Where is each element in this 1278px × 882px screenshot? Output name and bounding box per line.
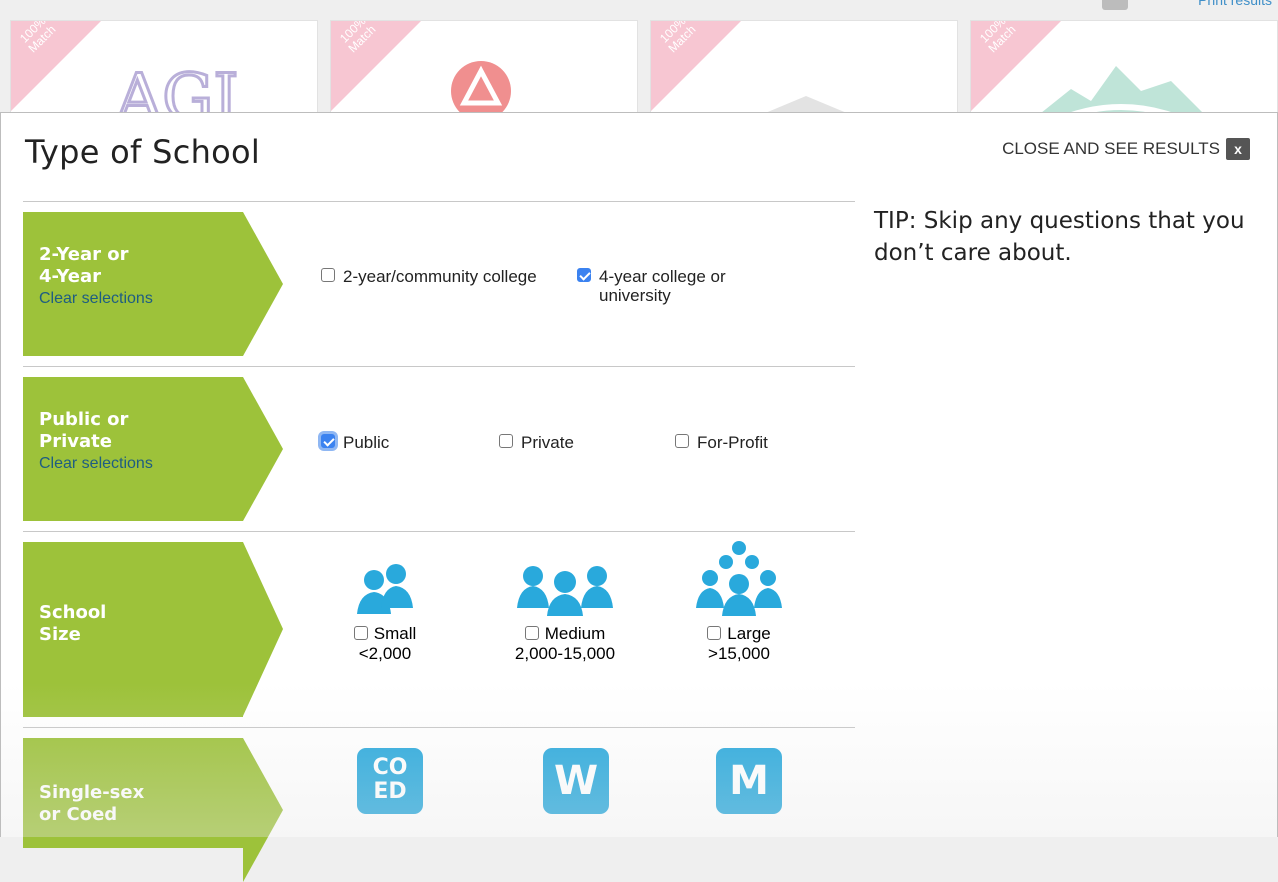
option-small[interactable]: Small <2,000 <box>305 556 465 663</box>
label-arrow <box>243 212 283 356</box>
men-only-icon[interactable]: M <box>716 748 782 814</box>
crowd-icon <box>696 541 782 616</box>
print-results-link[interactable]: Print results <box>1198 0 1272 8</box>
type-of-school-modal: Type of School CLOSE AND SEE RESULTS x T… <box>0 112 1278 882</box>
badge-text: M <box>729 758 769 804</box>
question-label: Single-sex or Coed <box>23 738 243 848</box>
question-title-line1: School <box>39 602 107 623</box>
question-row-2-or-4-year: 2-Year or 4-Year Clear selections 2-year… <box>23 201 855 366</box>
question-label: Public or Private Clear selections <box>23 377 243 521</box>
option-private[interactable]: Private <box>499 433 574 452</box>
label-arrow <box>243 542 283 716</box>
option-label: Large <box>727 624 771 643</box>
option-label: Small <box>373 624 417 643</box>
clear-selections-link[interactable]: Clear selections <box>39 289 239 309</box>
checkbox-public[interactable] <box>321 434 335 448</box>
checkbox-private[interactable] <box>499 434 513 448</box>
checkbox-medium[interactable] <box>524 626 539 640</box>
label-arrow <box>243 377 283 521</box>
result-card[interactable]: 100% Match <box>650 20 958 122</box>
two-people-icon <box>357 564 413 614</box>
option-for-profit[interactable]: For-Profit <box>675 433 768 452</box>
question-title-line2: or Coed <box>39 804 118 825</box>
option-label: Medium <box>544 624 606 643</box>
badge-text: W <box>553 758 599 804</box>
label-arrow <box>243 738 283 882</box>
size-checkbox-label[interactable]: Small <box>353 624 417 643</box>
option-4-year-college[interactable]: 4-year college or university <box>577 267 797 305</box>
result-card[interactable]: 100% Match <box>970 20 1278 122</box>
question-row-public-or-private: Public or Private Clear selections Publi… <box>23 366 855 531</box>
size-checkbox-label[interactable]: Medium <box>524 624 606 643</box>
clear-selections-link[interactable]: Clear selections <box>39 454 239 474</box>
checkbox-2-year[interactable] <box>321 268 335 282</box>
printer-icon[interactable] <box>1102 0 1128 10</box>
result-card[interactable]: 100% Match <box>330 20 638 122</box>
question-label: 2-Year or 4-Year Clear selections <box>23 212 243 356</box>
option-2-year-community-college[interactable]: 2-year/community college <box>321 267 541 286</box>
question-row-school-size: School Size Small <2,000 Medium 2,000-15… <box>23 531 855 727</box>
size-range: 2,000-15,000 <box>514 644 616 663</box>
question-title-line2: Private <box>39 431 112 452</box>
close-button-label: CLOSE AND SEE RESULTS <box>1002 139 1220 158</box>
question-title-line1: Single-sex <box>39 782 145 803</box>
option-large[interactable]: Large >15,000 <box>659 540 819 663</box>
checkbox-small[interactable] <box>353 626 368 640</box>
women-only-icon[interactable]: W <box>543 748 609 814</box>
checkbox-4-year[interactable] <box>577 268 591 282</box>
option-public[interactable]: Public <box>321 433 389 452</box>
size-range: >15,000 <box>708 644 770 663</box>
size-range: <2,000 <box>358 644 412 663</box>
badge-text-line2: ED <box>373 779 407 804</box>
question-title-line2: Size <box>39 624 81 645</box>
checkbox-for-profit[interactable] <box>675 434 689 448</box>
coed-icon[interactable]: CO ED <box>357 748 423 814</box>
result-card[interactable]: 100% Match AGI <box>10 20 318 122</box>
tip-text: TIP: Skip any questions that you don’t c… <box>874 208 1245 266</box>
checkbox-large[interactable] <box>707 626 722 640</box>
question-list: 2-Year or 4-Year Clear selections 2-year… <box>23 201 855 882</box>
question-label: School Size <box>23 542 243 717</box>
option-medium[interactable]: Medium 2,000-15,000 <box>485 556 645 663</box>
close-and-see-results-button[interactable]: CLOSE AND SEE RESULTS x <box>1002 138 1250 160</box>
modal-title: Type of School <box>25 133 261 171</box>
option-label: 4-year college or university <box>599 267 726 305</box>
size-checkbox-label[interactable]: Large <box>707 624 771 643</box>
question-title-line2: 4-Year <box>39 266 101 287</box>
badge-text-line1: CO <box>372 755 408 780</box>
three-people-icon <box>517 566 613 616</box>
close-icon[interactable]: x <box>1226 138 1250 160</box>
question-title-line1: 2-Year or <box>39 244 129 265</box>
question-row-single-sex-or-coed: Single-sex or Coed CO ED W M <box>23 727 855 882</box>
option-label: 2-year/community college <box>343 267 537 286</box>
question-title-line1: Public or <box>39 409 129 430</box>
